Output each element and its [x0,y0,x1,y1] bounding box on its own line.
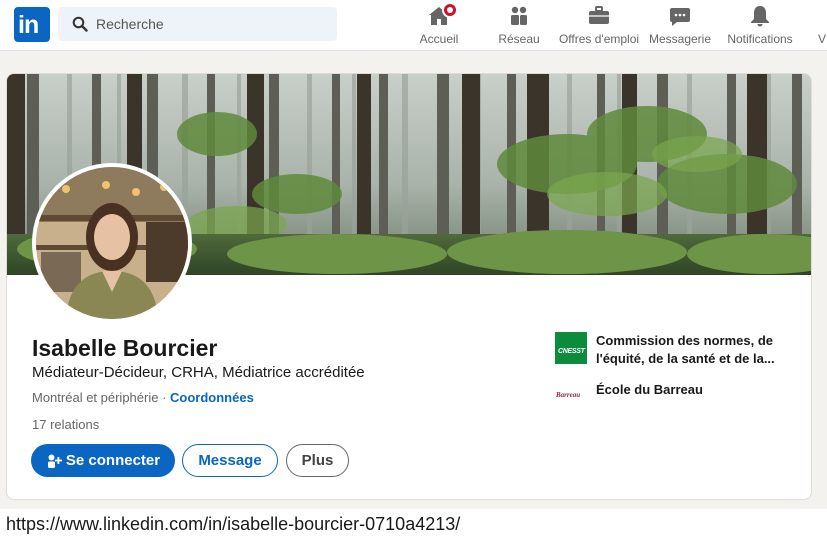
nav-item-me[interactable]: V [818,4,827,48]
connect-button-label: Se connecter [65,452,161,469]
nav-label-jobs: Offres d'emploi [558,32,640,46]
nav-label-messaging: Messagerie [648,32,712,46]
barreau-logo-icon: Barreau [556,391,581,399]
message-button[interactable]: Message [182,444,278,477]
search-bar[interactable] [58,7,337,41]
contact-info-link[interactable]: Coordonnées [170,390,254,405]
profile-url: https://www.linkedin.com/in/isabelle-bou… [6,514,461,534]
relations-count[interactable]: 17 relations [32,417,99,432]
nav-item-jobs[interactable]: Offres d'emploi [556,4,642,48]
nav-item-messaging[interactable]: Messagerie [648,4,712,48]
profile-location-line: Montréal et périphérie · Coordonnées [32,390,254,405]
profile-location: Montréal et périphérie [32,390,159,405]
profile-card: Isabelle Bourcier Médiateur-Décideur, CR… [6,73,812,500]
search-icon [72,16,88,32]
profile-photo-image [36,167,188,319]
nav-label-me: V [818,32,827,46]
messaging-icon [670,8,690,26]
nav-label-network: Réseau [498,32,540,46]
education-label: École du Barreau [596,382,703,397]
experience-label: Commission des normes, de l'équité, de l… [596,333,775,366]
bell-icon [751,6,769,27]
nav-label-home: Accueil [419,32,459,46]
nav-item-notifications[interactable]: Notifications [724,4,796,48]
nav-item-home[interactable]: Accueil [414,2,464,48]
notification-badge [442,2,458,18]
nav-label-notifications: Notifications [727,32,793,46]
top-nav: in Accueil Réseau Offres d'emploi [0,0,827,51]
profile-avatar[interactable] [32,163,192,323]
briefcase-icon [589,6,609,24]
more-button[interactable]: Plus [286,444,349,477]
cnesst-logo-icon: CNESST [555,332,587,364]
add-person-icon [47,454,62,468]
network-icon [511,6,527,25]
me-icon [818,4,827,28]
location-separator: · [158,390,171,405]
search-input[interactable] [96,7,326,41]
profile-name: Isabelle Bourcier [32,335,218,361]
connect-button[interactable]: Se connecter [31,444,175,477]
nav-item-network[interactable]: Réseau [494,4,544,48]
linkedin-logo-icon[interactable]: in [14,7,50,42]
profile-headline: Médiateur-Décideur, CRHA, Médiatrice acc… [32,364,365,381]
